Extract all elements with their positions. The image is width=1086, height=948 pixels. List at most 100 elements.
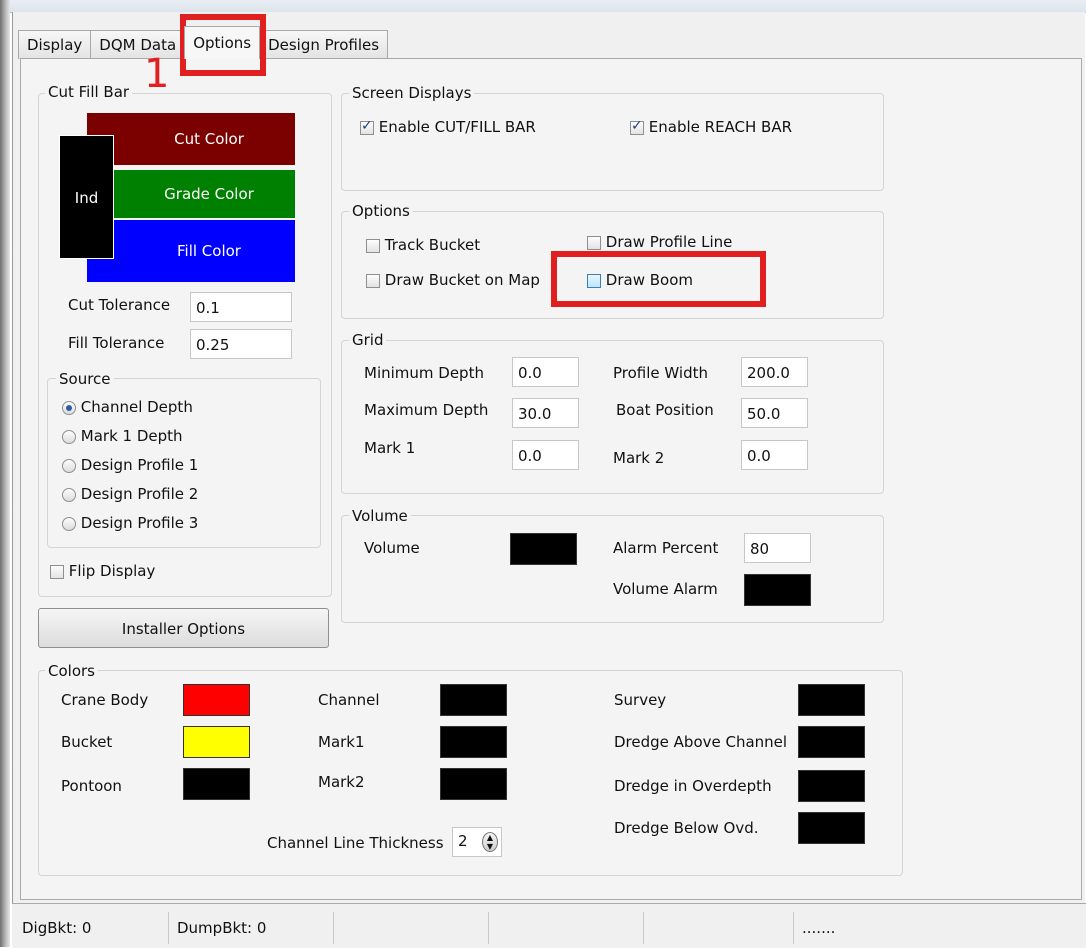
- status-cell-3: [334, 912, 489, 944]
- tab-dqm-data[interactable]: DQM Data: [90, 30, 186, 59]
- grade-color-bar[interactable]: Grade Color: [87, 170, 295, 218]
- grid-title: Grid: [349, 331, 387, 349]
- source-option-design-profile-2[interactable]: Design Profile 2: [62, 485, 198, 503]
- volume-group: [341, 515, 884, 623]
- radio-label: Design Profile 1: [80, 456, 199, 474]
- volume-color-swatch[interactable]: [510, 533, 577, 565]
- dredge-above-channel-color-swatch[interactable]: [798, 726, 865, 758]
- draw-profile-line-option[interactable]: Draw Profile Line: [587, 233, 732, 251]
- mark2-color-label: Mark2: [318, 773, 365, 791]
- survey-color-swatch[interactable]: [798, 684, 865, 716]
- status-dumpbkt: DumpBkt: 0: [169, 912, 334, 944]
- volume-alarm-color-swatch[interactable]: [744, 574, 811, 606]
- source-option-design-profile-1[interactable]: Design Profile 1: [62, 456, 198, 474]
- dredge-below-ovd-label: Dredge Below Ovd.: [614, 819, 759, 837]
- fill-tolerance-input[interactable]: 0.25: [190, 329, 292, 359]
- max-depth-input[interactable]: 30.0: [512, 398, 579, 428]
- radio-label: Design Profile 3: [80, 514, 199, 532]
- status-dots: .......: [802, 919, 836, 937]
- draw-profile-line-checkbox[interactable]: [587, 235, 601, 250]
- dredge-above-channel-label: Dredge Above Channel: [614, 733, 788, 751]
- crane-body-color-swatch[interactable]: [183, 684, 250, 716]
- enable-reach-label: Enable REACH BAR: [648, 118, 793, 136]
- cut-tolerance-input[interactable]: 0.1: [190, 292, 292, 322]
- radio-design-profile-3[interactable]: [62, 516, 76, 531]
- dredge-in-overdepth-color-swatch[interactable]: [798, 770, 865, 802]
- installer-options-button[interactable]: Installer Options: [38, 608, 329, 648]
- max-depth-label: Maximum Depth: [364, 401, 489, 419]
- channel-label: Channel: [318, 691, 380, 709]
- source-option-design-profile-3[interactable]: Design Profile 3: [62, 514, 198, 532]
- radio-label: Mark 1 Depth: [80, 427, 183, 445]
- ind-color-bar[interactable]: Ind: [59, 135, 114, 259]
- source-option-channel-depth[interactable]: Channel Depth: [62, 398, 193, 416]
- radio-design-profile-1[interactable]: [62, 458, 76, 473]
- track-bucket-label: Track Bucket: [384, 236, 481, 254]
- ind-label: Ind: [74, 189, 99, 207]
- mark2-input[interactable]: 0.0: [741, 440, 808, 470]
- bucket-label: Bucket: [61, 733, 113, 751]
- flip-display-checkbox[interactable]: [50, 564, 64, 579]
- enable-cut-fill-option[interactable]: Enable CUT/FILL BAR: [360, 118, 536, 136]
- min-depth-label: Minimum Depth: [364, 364, 484, 382]
- dredge-in-overdepth-label: Dredge in Overdepth: [614, 777, 772, 795]
- tab-display[interactable]: Display: [18, 30, 92, 59]
- cut-fill-bar-title: Cut Fill Bar: [45, 83, 133, 101]
- boat-position-label: Boat Position: [616, 401, 714, 419]
- status-bar: DigBkt: 0 DumpBkt: 0 .......: [12, 903, 1086, 948]
- mark1-color-label: Mark1: [318, 733, 365, 751]
- flip-display-option[interactable]: Flip Display: [50, 562, 155, 580]
- volume-alarm-label: Volume Alarm: [613, 580, 718, 598]
- enable-reach-option[interactable]: Enable REACH BAR: [630, 118, 792, 136]
- window-left-edge: [0, 0, 10, 947]
- draw-bucket-on-map-option[interactable]: Draw Bucket on Map: [366, 271, 540, 289]
- radio-design-profile-2[interactable]: [62, 487, 76, 502]
- profile-width-label: Profile Width: [613, 364, 708, 382]
- screen-displays-group: [341, 93, 884, 191]
- alarm-percent-input[interactable]: 80: [744, 533, 811, 563]
- flip-display-label: Flip Display: [68, 562, 156, 580]
- boat-position-input[interactable]: 50.0: [741, 398, 808, 428]
- draw-profile-line-label: Draw Profile Line: [605, 233, 733, 251]
- min-depth-input[interactable]: 0.0: [512, 357, 579, 387]
- mark1-color-swatch[interactable]: [440, 726, 507, 758]
- spin-arrows-icon[interactable]: ▲ ▼: [482, 832, 498, 852]
- cut-color-label: Cut Color: [174, 130, 244, 148]
- fill-color-label: Fill Color: [177, 242, 241, 260]
- radio-channel-depth[interactable]: [62, 400, 76, 415]
- tab-strip: Display DQM Data Options Design Profiles: [18, 25, 389, 59]
- draw-bucket-on-map-label: Draw Bucket on Map: [384, 271, 540, 289]
- tab-options[interactable]: Options: [184, 26, 261, 59]
- source-title: Source: [56, 370, 114, 388]
- channel-line-thickness-stepper[interactable]: 2 ▲ ▼: [452, 827, 502, 857]
- dredge-below-ovd-color-swatch[interactable]: [798, 812, 865, 844]
- track-bucket-checkbox[interactable]: [366, 238, 380, 253]
- mark1-label: Mark 1: [364, 439, 416, 457]
- track-bucket-option[interactable]: Track Bucket: [366, 236, 480, 254]
- pontoon-color-swatch[interactable]: [183, 768, 250, 800]
- profile-width-input[interactable]: 200.0: [741, 357, 808, 387]
- annotation-number: 1: [144, 51, 170, 97]
- cut-tolerance-label: Cut Tolerance: [68, 296, 171, 314]
- source-option-mark1-depth[interactable]: Mark 1 Depth: [62, 427, 183, 445]
- enable-reach-checkbox[interactable]: [630, 118, 644, 135]
- radio-label: Channel Depth: [80, 398, 193, 416]
- status-cell-4: [489, 912, 644, 944]
- enable-cut-fill-label: Enable CUT/FILL BAR: [378, 118, 536, 136]
- draw-bucket-on-map-checkbox[interactable]: [366, 273, 380, 288]
- screen-displays-title: Screen Displays: [349, 84, 475, 102]
- cut-color-bar[interactable]: Cut Color: [87, 113, 295, 165]
- tab-design-profiles[interactable]: Design Profiles: [259, 30, 389, 59]
- fill-tolerance-label: Fill Tolerance: [68, 334, 165, 352]
- enable-cut-fill-checkbox[interactable]: [360, 118, 374, 135]
- channel-color-swatch[interactable]: [440, 684, 507, 716]
- radio-mark1-depth[interactable]: [62, 429, 76, 444]
- options-title: Options: [349, 202, 413, 220]
- mark1-input[interactable]: 0.0: [512, 440, 579, 470]
- annotation-draw-boom-highlight: [551, 251, 766, 307]
- fill-color-bar[interactable]: Fill Color: [87, 220, 295, 282]
- mark2-color-swatch[interactable]: [440, 768, 507, 800]
- channel-line-thickness-value: 2: [458, 832, 468, 850]
- bucket-color-swatch[interactable]: [183, 726, 250, 758]
- alarm-percent-label: Alarm Percent: [613, 539, 719, 557]
